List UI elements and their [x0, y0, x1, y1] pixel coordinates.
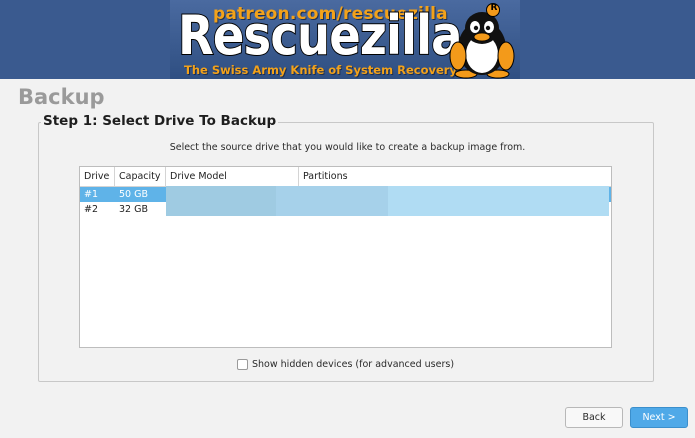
capacity-cell: 50 GB	[119, 189, 148, 200]
penguin-mascot-icon	[449, 3, 515, 79]
mascot-badge-letter: R	[490, 3, 498, 13]
column-header-drive-model[interactable]: Drive Model	[166, 167, 299, 187]
column-header-partitions[interactable]: Partitions	[299, 167, 611, 187]
drive-cell: #1	[84, 189, 99, 200]
drive-cell: #2	[84, 204, 99, 215]
column-header-capacity[interactable]: Capacity	[115, 167, 166, 187]
app-tagline: The Swiss Army Knife of System Recovery	[184, 63, 457, 77]
drive-table[interactable]: Drive Capacity Drive Model Partitions #1…	[79, 166, 612, 348]
table-header: Drive Capacity Drive Model Partitions	[80, 167, 611, 187]
back-button[interactable]: Back	[565, 407, 623, 428]
step-instruction: Select the source drive that you would l…	[169, 142, 526, 153]
next-button[interactable]: Next >	[630, 407, 688, 428]
app-logo-text: Rescuezilla	[177, 4, 463, 67]
show-hidden-devices-checkbox[interactable]	[237, 359, 248, 370]
column-header-drive[interactable]: Drive	[80, 167, 115, 187]
redacted-partitions-a	[276, 186, 388, 216]
redacted-drive-model	[166, 186, 276, 216]
show-hidden-devices-option[interactable]: Show hidden devices (for advanced users)	[237, 358, 454, 371]
capacity-cell: 32 GB	[119, 204, 148, 215]
header-banner: patreon.com/rescuezilla Rescuezilla The …	[0, 0, 695, 79]
redacted-partitions-b	[388, 186, 609, 216]
page-title: Backup	[18, 85, 105, 109]
show-hidden-devices-label[interactable]: Show hidden devices (for advanced users)	[252, 359, 454, 370]
step-title: Step 1: Select Drive To Backup	[41, 113, 279, 129]
